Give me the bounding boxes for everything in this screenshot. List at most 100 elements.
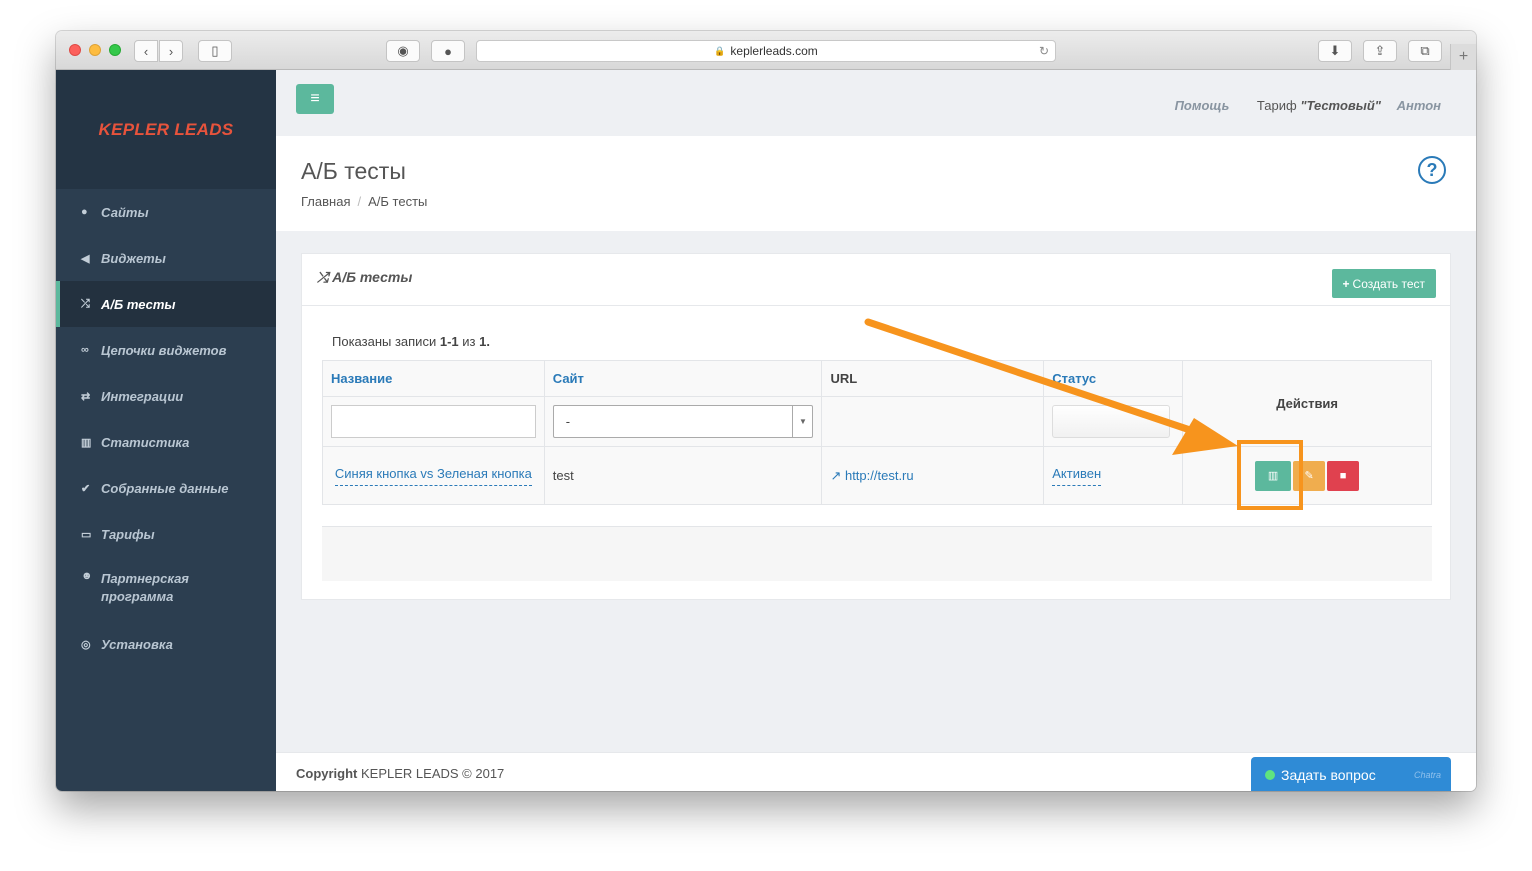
breadcrumb: Главная / А/Б тесты	[301, 194, 427, 209]
status-toggle[interactable]: Активен	[1052, 465, 1102, 486]
plus-icon: +	[1342, 276, 1350, 291]
page-header: А/Б тесты Главная / А/Б тесты ?	[276, 136, 1476, 231]
online-status-icon	[1265, 770, 1275, 780]
table-footer-area	[322, 526, 1432, 581]
main-content: ⤮ А/Б тесты + Создать тест Показаны запи…	[276, 231, 1476, 751]
sidebar-toggle-button[interactable]: ▯	[198, 40, 232, 62]
lock-icon: 🔒	[714, 45, 726, 56]
column-header-name[interactable]: Название	[322, 360, 545, 397]
shuffle-icon: ⤮	[81, 297, 90, 310]
sidebar-item-collected-data[interactable]: ✔ Собранные данные	[56, 465, 276, 511]
hamburger-icon: ≡	[310, 90, 320, 107]
grammarly-button[interactable]: ●	[431, 40, 465, 62]
column-header-site[interactable]: Сайт	[543, 360, 823, 397]
record-icon: ◉	[397, 43, 409, 58]
delete-button[interactable]: ■	[1327, 460, 1360, 491]
cell-site: test	[543, 446, 823, 505]
summary-of: из	[462, 334, 476, 349]
sidebar-item-installation[interactable]: ◎ Установка	[56, 621, 276, 667]
footer: Copyright KEPLER LEADS © 2017 Задать воп…	[276, 752, 1476, 791]
chevron-left-icon: ‹	[143, 43, 149, 59]
breadcrumb-separator: /	[357, 194, 362, 209]
cell-status: Активен	[1043, 446, 1184, 505]
create-test-button[interactable]: + Создать тест	[1331, 269, 1436, 298]
grammarly-icon: ●	[444, 43, 452, 59]
life-ring-icon: ◎	[81, 638, 91, 651]
minimize-window-button[interactable]	[89, 44, 101, 56]
summary-total: 1.	[479, 334, 490, 349]
cell-url: ↗ http://test.ru	[821, 446, 1045, 505]
chat-brand: Chatra	[1413, 770, 1441, 780]
sidebar-item-label: Партнерская программа	[101, 571, 189, 604]
help-link[interactable]: Помощь	[1175, 98, 1230, 113]
tabs-button[interactable]: ⧉	[1408, 40, 1442, 62]
status-filter-select[interactable]	[1052, 405, 1171, 438]
help-icon[interactable]: ?	[1418, 156, 1446, 184]
downloads-button[interactable]: ⬇	[1318, 40, 1352, 62]
tariff-link[interactable]: Тариф "Тестовый"	[1245, 98, 1381, 113]
panel-title: ⤮ А/Б тесты	[317, 269, 412, 286]
panel-title-text: А/Б тесты	[332, 269, 413, 285]
cell-actions: ▥ ✎ ■	[1182, 446, 1432, 505]
site-filter-value: -	[565, 414, 571, 429]
column-header-status[interactable]: Статус	[1043, 360, 1184, 397]
test-name-link[interactable]: Синяя кнопка vs Зеленая кнопка	[334, 465, 532, 486]
new-tab-button[interactable]: +	[1450, 44, 1476, 70]
breadcrumb-current: А/Б тесты	[368, 194, 428, 209]
name-filter-input[interactable]	[331, 405, 536, 438]
filter-cell-status	[1043, 396, 1184, 447]
annotation-highlight-box	[1237, 440, 1303, 510]
sidebar-item-widget-chains[interactable]: ∞ Цепочки виджетов	[56, 327, 276, 373]
user-menu[interactable]: Антон	[1397, 98, 1441, 113]
breadcrumb-home[interactable]: Главная	[301, 194, 350, 209]
sidebar-item-label: Цепочки виджетов	[101, 342, 227, 358]
test-url-link[interactable]: http://test.ru	[845, 468, 914, 483]
table-header-row: Название Сайт URL Статус Действия	[322, 360, 1432, 447]
bullhorn-icon: ◀	[81, 252, 90, 265]
external-link-icon: ↗	[830, 467, 842, 483]
zoom-window-button[interactable]	[109, 44, 121, 56]
address-bar[interactable]: 🔒 keplerleads.com ↻	[476, 40, 1056, 62]
forward-button[interactable]: ›	[159, 40, 183, 62]
column-header-url: URL	[821, 360, 1045, 397]
globe-icon: ●	[81, 206, 88, 218]
brand-area: KEPLER LEADS	[56, 70, 276, 189]
download-icon: ⬇	[1329, 43, 1341, 58]
back-button[interactable]: ‹	[134, 40, 158, 62]
sidebar-item-integrations[interactable]: ⇄ Интеграции	[56, 373, 276, 419]
sidebar-item-ab-tests[interactable]: ⤮ А/Б тесты	[56, 281, 276, 327]
copyright-text: KEPLER LEADS © 2017	[361, 766, 505, 781]
filter-cell-site: - ▼	[543, 396, 823, 447]
sidebar-item-statistics[interactable]: ▥ Статистика	[56, 419, 276, 465]
close-window-button[interactable]	[69, 44, 81, 56]
sidebar-item-label: Собранные данные	[101, 480, 229, 496]
extension-button[interactable]: ◉	[386, 40, 420, 62]
reload-icon[interactable]: ↻	[1039, 44, 1049, 58]
browser-toolbar: ‹ › ▯ ◉ ● 🔒 keplerleads.com ↻ ⬇ ⇪ ⧉ +	[56, 31, 1476, 70]
chat-label: Задать вопрос	[1281, 767, 1376, 783]
tariff-prefix: Тариф	[1256, 98, 1297, 113]
filter-cell-url	[821, 396, 1045, 447]
chevron-down-icon: ▼	[792, 406, 812, 437]
panel-header: ⤮ А/Б тесты + Создать тест	[302, 254, 1450, 306]
bar-chart-icon: ▥	[81, 436, 92, 449]
sidebar-item-label: Установка	[101, 636, 173, 652]
sidebar-item-partner-program[interactable]: ☻ Партнерская программа	[56, 557, 276, 621]
browser-window: ‹ › ▯ ◉ ● 🔒 keplerleads.com ↻ ⬇ ⇪ ⧉ + KE…	[56, 31, 1476, 791]
pencil-icon: ✎	[1304, 470, 1314, 482]
chevron-right-icon: ›	[168, 43, 174, 59]
shuffle-icon: ⤮	[317, 269, 329, 285]
sidebar-item-label: А/Б тесты	[101, 296, 176, 312]
brand-logo[interactable]: KEPLER LEADS	[99, 120, 234, 140]
sidebar-item-sites[interactable]: ● Сайты	[56, 189, 276, 235]
share-button[interactable]: ⇪	[1363, 40, 1397, 62]
tabs-icon: ⧉	[1420, 43, 1430, 58]
sidebar-item-tariffs[interactable]: ▭ Тарифы	[56, 511, 276, 557]
top-bar: ≡ Помощь Тариф "Тестовый" Антон	[276, 70, 1476, 136]
sidebar-item-widgets[interactable]: ◀ Виджеты	[56, 235, 276, 281]
chat-widget-button[interactable]: Задать вопрос Chatra	[1251, 757, 1451, 791]
menu-toggle-button[interactable]: ≡	[296, 84, 334, 114]
site-filter-select[interactable]: - ▼	[552, 405, 814, 438]
sidebar-item-label: Виджеты	[101, 250, 166, 266]
ab-tests-panel: ⤮ А/Б тесты + Создать тест Показаны запи…	[301, 253, 1451, 600]
